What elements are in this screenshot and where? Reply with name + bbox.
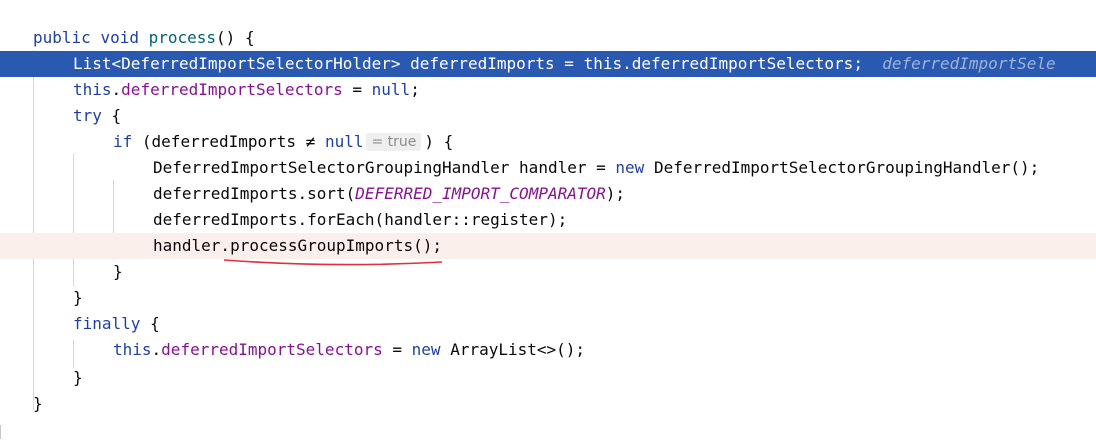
code-line[interactable]: try { (0, 103, 1096, 129)
keyword-void: void (100, 28, 139, 47)
code-text: } (73, 368, 83, 387)
keyword-this: this (583, 54, 623, 73)
code-line[interactable]: } (0, 285, 1096, 311)
method-name-process: process (148, 28, 217, 47)
constant-reference: DEFERRED_IMPORT_COMPARATOR (355, 184, 606, 203)
keyword-finally: finally (73, 314, 141, 333)
keyword-if: if (113, 132, 133, 151)
not-equal-ligature: ≠ (305, 132, 316, 151)
code-text: DeferredImportSelectorGroupingHandler ha… (153, 158, 606, 177)
code-line[interactable]: deferredImports.forEach(handler::registe… (0, 207, 1096, 233)
code-text: deferredImports.forEach(handler::registe… (153, 210, 568, 229)
code-operator: = (564, 54, 574, 73)
code-line-current[interactable]: handler.processGroupImports(); (0, 233, 1096, 259)
keyword-public: public (33, 28, 91, 47)
code-type: List<DeferredImportSelectorHolder> (73, 54, 401, 73)
code-text: { (150, 314, 160, 333)
code-line[interactable]: } (0, 365, 1096, 391)
keyword-null: null (371, 80, 411, 99)
code-line[interactable]: } (0, 259, 1096, 285)
code-text: handler. (153, 236, 231, 255)
code-operator: = (352, 80, 363, 99)
inline-debug-value: deferredImportSele (882, 54, 1056, 73)
keyword-new: new (411, 340, 441, 359)
code-operator: = (392, 340, 403, 359)
code-line[interactable]: finally { (0, 311, 1096, 337)
code-text: ); (605, 184, 626, 203)
code-text: } (113, 262, 123, 281)
inline-value-hint: = true (366, 133, 422, 151)
method-call-process-group-imports[interactable]: processGroupImports (230, 236, 413, 255)
keyword-try: try (73, 106, 102, 125)
code-line[interactable]: } (0, 391, 1096, 417)
code-text: deferredImports.sort( (153, 184, 356, 203)
gutter-edge (0, 425, 4, 439)
keyword-this: this (113, 340, 152, 359)
code-line[interactable]: this.deferredImportSelectors = null; (0, 77, 1096, 103)
code-line[interactable]: if (deferredImports ≠ null = true) { (0, 129, 1096, 155)
code-text: ArrayList<>(); (450, 340, 586, 359)
code-text: ; (853, 54, 863, 73)
keyword-new: new (615, 158, 645, 177)
keyword-this: this (73, 80, 112, 99)
field-reference: deferredImportSelectors (631, 54, 854, 73)
keyword-null: null (324, 132, 364, 151)
code-text: DeferredImportSelectorGroupingHandler(); (653, 158, 1040, 177)
code-line-highlighted[interactable]: List<DeferredImportSelectorHolder> defer… (0, 51, 1096, 77)
code-line[interactable]: this.deferredImportSelectors = new Array… (0, 337, 1096, 363)
code-text: (deferredImports (141, 132, 297, 151)
field-reference: deferredImportSelectors (161, 340, 383, 359)
code-text: { (111, 106, 122, 125)
code-text: (); (413, 236, 442, 255)
code-text: ) { (424, 132, 454, 151)
code-line[interactable]: public void process() { (0, 25, 1096, 51)
code-variable: deferredImports (410, 54, 555, 73)
code-text: } (73, 288, 83, 307)
code-text: } (33, 394, 43, 413)
field-reference: deferredImportSelectors (121, 80, 343, 99)
code-text: () { (216, 28, 255, 47)
code-line[interactable]: DeferredImportSelectorGroupingHandler ha… (0, 155, 1096, 181)
code-line[interactable]: deferredImports.sort(DEFERRED_IMPORT_COM… (0, 181, 1096, 207)
code-editor[interactable]: public void process() { List<DeferredImp… (0, 0, 1096, 443)
code-text: ; (410, 80, 420, 99)
